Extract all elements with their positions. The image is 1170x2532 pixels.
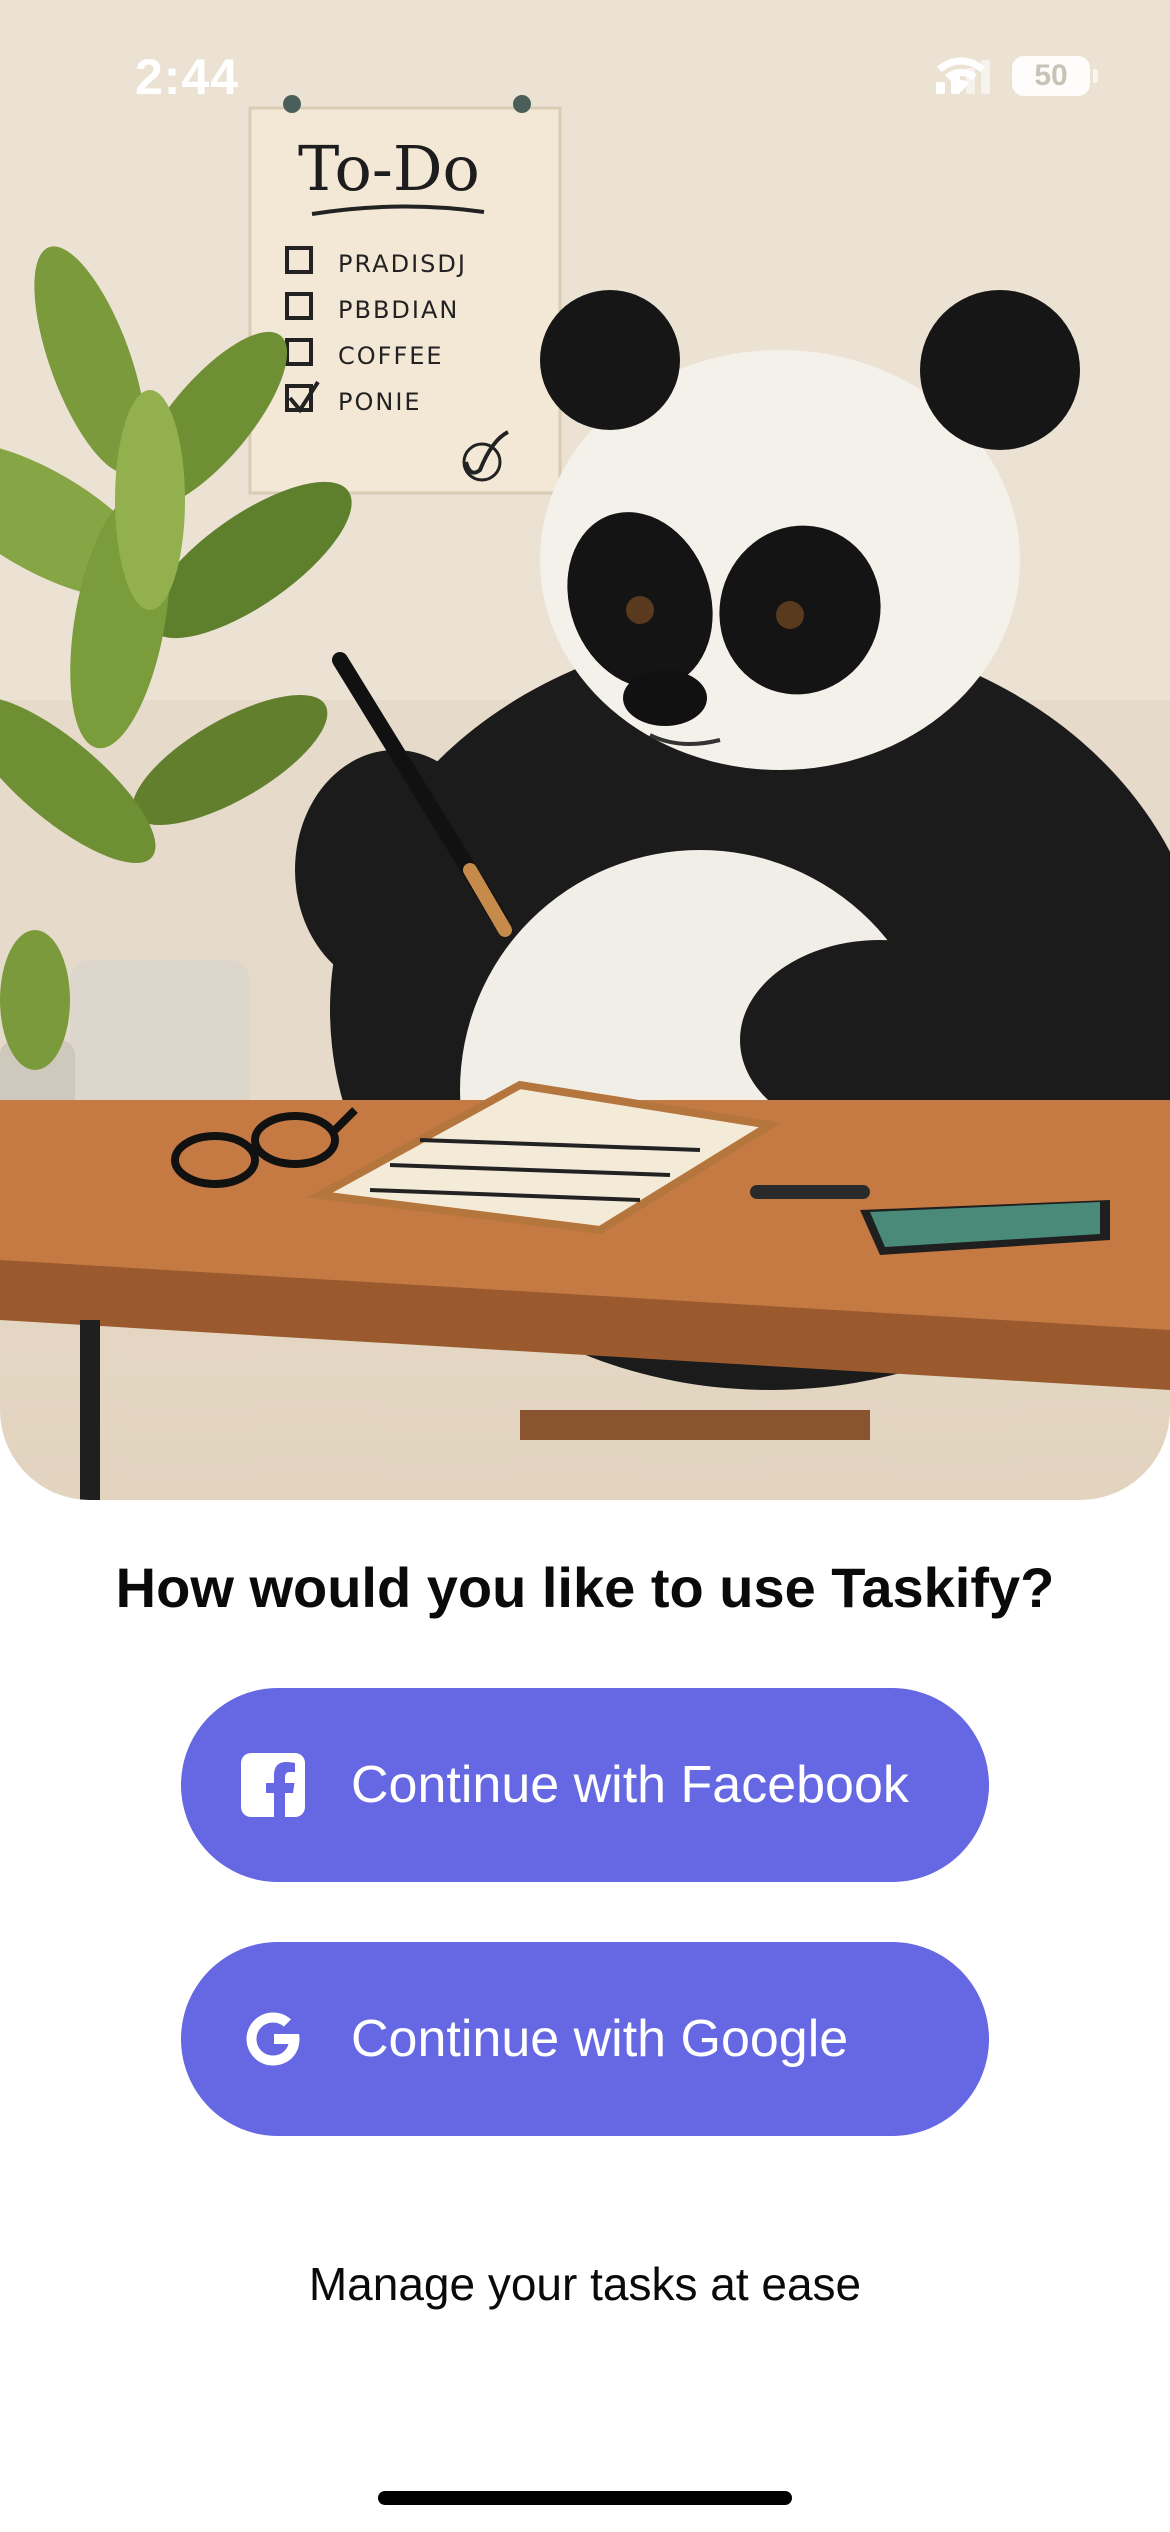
continue-with-facebook-button[interactable]: Continue with Facebook (181, 1688, 989, 1882)
status-icons: 50 (936, 56, 1098, 96)
home-indicator[interactable] (378, 2491, 792, 2505)
page-title: How would you like to use Taskify? (115, 1556, 1055, 1619)
battery-icon: 50 (1012, 56, 1098, 96)
google-button-label: Continue with Google (351, 2010, 849, 2068)
todo-item-3: COFFEE (338, 342, 444, 370)
panda-at-desk-illustration: To-Do PRADISDJ PBBDIAN COFFEE PONIE (0, 0, 1170, 1500)
todo-item-1: PRADISDJ (338, 250, 467, 278)
battery-level: 50 (1034, 59, 1068, 92)
tagline: Manage your tasks at ease (308, 2258, 862, 2310)
google-icon (246, 2012, 300, 2066)
todo-item-2: PBBDIAN (338, 296, 459, 324)
status-time: 2:44 (135, 49, 240, 105)
todo-item-4: PONIE (338, 388, 422, 416)
facebook-button-label: Continue with Facebook (351, 1756, 909, 1814)
desk-pen (750, 1185, 870, 1199)
facebook-icon (241, 1753, 305, 1817)
continue-with-google-button[interactable]: Continue with Google (181, 1942, 989, 2136)
status-bar: 2:44 50 (0, 0, 1170, 150)
wifi-icon (937, 57, 985, 92)
hero-illustration: To-Do PRADISDJ PBBDIAN COFFEE PONIE 2:44… (0, 0, 1170, 1500)
